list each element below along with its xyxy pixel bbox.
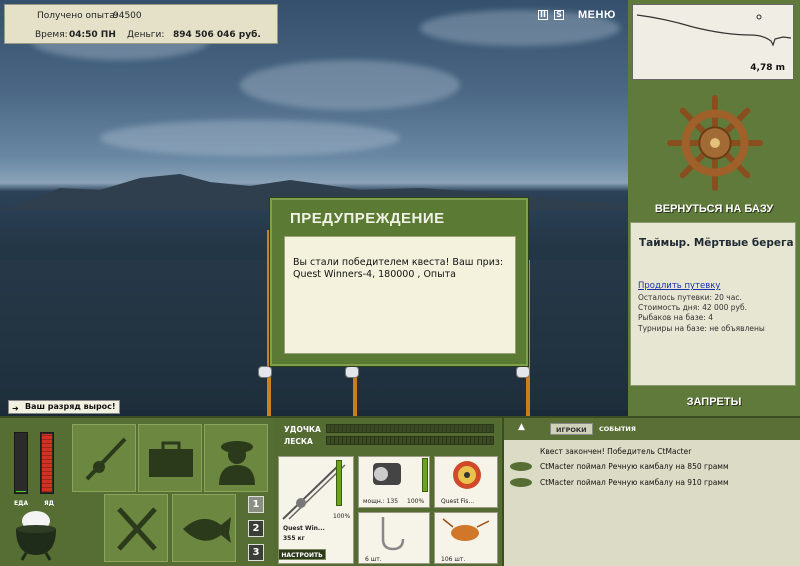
hooks-count: 6 шт. [365, 556, 382, 563]
angler-slot[interactable] [204, 424, 268, 492]
reel-icon[interactable] [516, 366, 530, 378]
anglers-on-base: Рыбаков на базе: 4 [638, 313, 713, 322]
tab-events[interactable]: СОБЫТИЯ [594, 423, 641, 435]
tackle-box-slot[interactable] [138, 424, 202, 492]
hook-icon [381, 517, 405, 551]
fish-cage-slot[interactable] [172, 494, 236, 562]
tackle-set-3-button[interactable]: 3 [248, 544, 264, 561]
dialog-message: Вы стали победителем квеста! Ваш приз: Q… [293, 257, 504, 280]
food-bar [14, 432, 28, 494]
rod-icon [85, 437, 127, 481]
fish-icon [510, 462, 532, 471]
depth-profile [636, 14, 792, 47]
reel-card[interactable]: мощн.: 135 100% [358, 456, 430, 508]
event-text: CtMacter поймал Речную камбалу на 850 гр… [540, 462, 729, 471]
tournaments-info: Турниры на базе: не объявлены [638, 324, 765, 333]
angler-icon [219, 441, 255, 485]
pause-button[interactable]: II [538, 10, 548, 20]
line-card[interactable]: Quest Fis... [434, 456, 498, 508]
events-panel: ▲ ИГРОКИ СОБЫТИЯ Квест закончен! Победит… [502, 418, 800, 566]
rod-label: УДОЧКА [284, 425, 321, 434]
notice-text: Ваш разряд вырос! [25, 402, 116, 411]
day-cost: Стоимость дня: 42 000 руб. [638, 303, 747, 312]
fish-icon [510, 478, 532, 487]
rod-tension-bar [326, 424, 494, 433]
arrow-right-icon: ➜ [12, 404, 19, 413]
depth-chart: 4,78 m [632, 4, 794, 80]
rod-durability-meter [336, 460, 342, 506]
location-title: Таймыр. Мёртвые берега [639, 237, 794, 249]
event-row: Квест закончен! Победитель CtMacter [504, 444, 800, 459]
tackle-panel: УДОЧКА ЛЕСКА Quest Win... 355 кг 100% мо… [274, 418, 500, 566]
rod-percent: 100% [333, 513, 351, 520]
line-name: Quest Fis... [441, 498, 475, 505]
menu-button[interactable]: МЕНЮ [578, 9, 616, 21]
rods-slot[interactable] [72, 424, 136, 492]
reel-percent: 100% [407, 498, 425, 505]
reel-icon[interactable] [258, 366, 272, 378]
food-bar-fill [16, 491, 26, 492]
dialog-body[interactable]: Вы стали победителем квеста! Ваш приз: Q… [284, 236, 516, 354]
event-row: CtMacter поймал Речную камбалу на 850 гр… [504, 459, 800, 474]
bans-button[interactable]: ЗАПРЕТЫ [628, 396, 800, 408]
permit-remaining: Осталось путевки: 20 час. [638, 293, 742, 302]
line-spool-icon [453, 461, 481, 489]
cauldron-icon[interactable] [12, 505, 60, 561]
line-label: ЛЕСКА [284, 437, 313, 446]
compass-icon[interactable]: ▲ [518, 422, 525, 432]
hook-card[interactable]: 6 шт. [358, 512, 430, 564]
exp-label: Получено опыта: [37, 11, 118, 21]
reel-durability-meter [422, 458, 428, 492]
knife-fork-icon [117, 507, 157, 551]
fish-icon [183, 517, 231, 543]
dialog-title: ПРЕДУПРЕЖДЕНИЕ [290, 210, 445, 227]
money-value: 894 506 046 руб. [173, 30, 261, 40]
rod-weight: 355 кг [283, 535, 305, 542]
bait-card[interactable]: 106 шт. [434, 512, 498, 564]
reel-icon[interactable] [345, 366, 359, 378]
setup-button[interactable]: НАСТРОИТЬ [278, 549, 326, 560]
ship-wheel-icon[interactable] [666, 94, 764, 192]
sound-button[interactable]: S [554, 10, 564, 20]
reel-power: мощн.: 135 [363, 498, 399, 505]
depth-value: 4,78 m [750, 63, 785, 73]
tab-players[interactable]: ИГРОКИ [550, 423, 593, 435]
bait-count: 106 шт. [441, 556, 466, 563]
exp-value: 94500 [113, 11, 142, 21]
tackle-set-2-button[interactable]: 2 [248, 520, 264, 537]
event-text: Квест закончен! Победитель CtMacter [540, 447, 692, 456]
event-text: CtMacter поймал Речную камбалу на 910 гр… [540, 478, 729, 487]
tackle-box-icon [149, 441, 193, 477]
bait-icon [442, 518, 490, 541]
reel-icon [373, 463, 401, 485]
line-tension-bar [326, 436, 494, 445]
extend-permit-link[interactable]: Продлить путевку [638, 281, 720, 291]
poison-bar [40, 432, 54, 494]
events-header: ▲ ИГРОКИ СОБЫТИЯ [504, 418, 800, 440]
tackle-set-1-button[interactable]: 1 [248, 496, 264, 513]
return-to-base-button[interactable]: ВЕРНУТЬСЯ НА БАЗУ [628, 203, 800, 215]
warning-dialog: ПРЕДУПРЕЖДЕНИЕ Вы стали победителем квес… [270, 198, 528, 366]
rod-name: Quest Win... [283, 525, 325, 532]
event-row: CtMacter поймал Речную камбалу на 910 гр… [504, 475, 800, 490]
time-label: Время: [35, 30, 68, 40]
rod-card[interactable]: Quest Win... 355 кг 100% [278, 456, 354, 564]
kitchen-slot[interactable] [104, 494, 168, 562]
time-value: 04:50 ПН [69, 30, 116, 40]
poison-bar-fill [42, 434, 52, 492]
location-card: Таймыр. Мёртвые берега Продлить путевку … [630, 222, 796, 386]
rank-up-notice[interactable]: ➜ Ваш разряд вырос! [8, 400, 120, 414]
money-label: Деньги: [127, 30, 165, 40]
needs-bars: ЕДА ЯД [8, 424, 62, 507]
player-hud: Получено опыта: 94500 Время: 04:50 ПН Де… [4, 4, 278, 44]
